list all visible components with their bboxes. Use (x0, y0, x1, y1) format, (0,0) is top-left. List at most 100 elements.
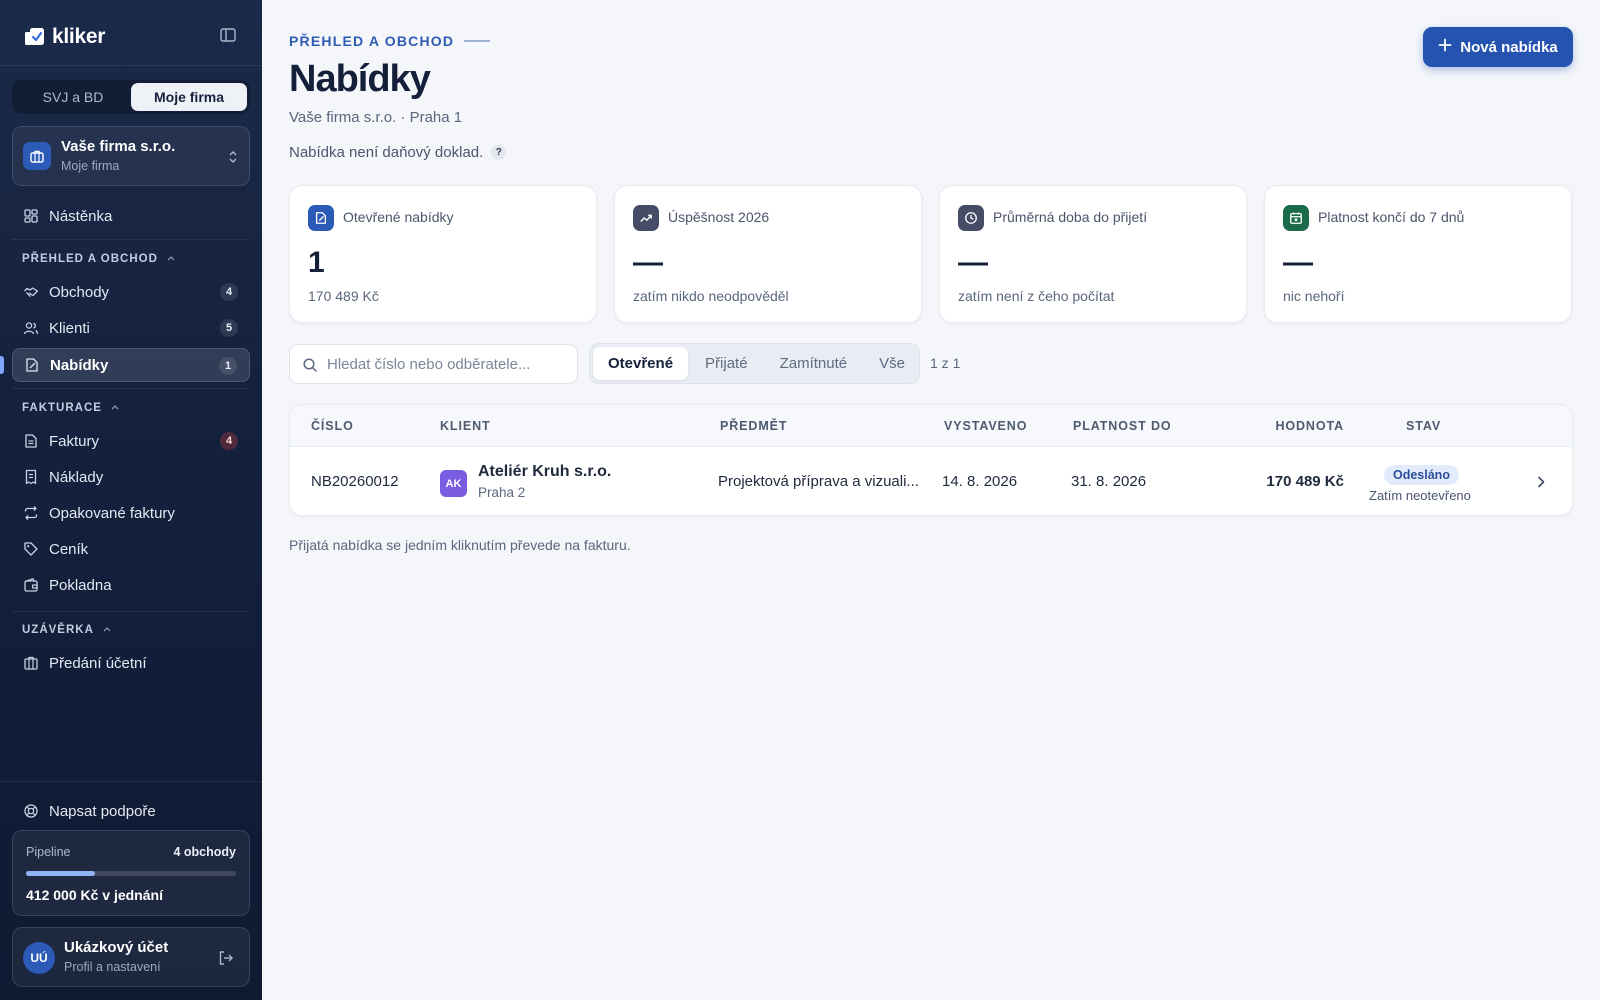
sidebar-item-label: Ceník (49, 540, 89, 558)
kpi-value: — (958, 246, 988, 279)
sidebar-item-label: Opakované faktury (49, 504, 175, 522)
kpi-open-offers: Otevřené nabídky 1 170 489 Kč (289, 185, 597, 323)
avatar: UÚ (23, 942, 55, 974)
tab-all[interactable]: Vše (864, 347, 920, 380)
client-name: Ateliér Kruh s.r.o. (478, 463, 612, 480)
valid-until-date: 31. 8. 2026 (1071, 473, 1147, 490)
kpi-expiring-soon: Platnost končí do 7 dnů — nic nehoří (1264, 185, 1572, 323)
sidebar-item-recurring-invoices[interactable]: Opakované faktury (12, 496, 250, 530)
sidebar-item-expenses[interactable]: Náklady (12, 460, 250, 494)
brand-name: kliker (52, 25, 106, 48)
sidebar-divider (0, 65, 262, 66)
offer-value: 170 489 Kč (1266, 473, 1344, 490)
kpi-avg-acceptance-time: Průměrná doba do přijetí — zatím není z … (939, 185, 1247, 323)
tab-rejected[interactable]: Zamítnuté (765, 347, 863, 380)
building-icon (23, 655, 39, 671)
sidebar-item-label: Klienti (49, 319, 90, 337)
logout-icon[interactable] (217, 949, 235, 967)
kpi-sub: 170 489 Kč (308, 288, 379, 304)
chevron-up-down-icon (227, 148, 239, 166)
sidebar-item-label: Obchody (49, 283, 110, 301)
pipeline-card: Pipeline 4 obchody 412 000 Kč v jednání (12, 830, 250, 916)
workspace-switcher: SVJ a BD Moje firma (12, 80, 250, 114)
invoice-icon (23, 433, 39, 449)
section-invoicing-title[interactable]: FAKTURACE (22, 402, 120, 414)
section-closing-title[interactable]: UZÁVĚRKA (22, 624, 112, 636)
pipeline-progress-track (26, 871, 236, 876)
kpi-value: — (633, 246, 663, 279)
count-badge: 4 (220, 283, 238, 301)
count-badge: 5 (220, 319, 238, 337)
table-header: ČÍSLO KLIENT PŘEDMĚT VYSTAVENO PLATNOST … (290, 405, 1572, 447)
offers-table: ČÍSLO KLIENT PŘEDMĚT VYSTAVENO PLATNOST … (289, 404, 1573, 516)
client-city: Praha 2 (478, 485, 526, 500)
column-header[interactable]: HODNOTA (1275, 419, 1344, 433)
column-header[interactable]: PŘEDMĚT (720, 419, 787, 433)
sidebar-item-invoices[interactable]: Faktury 4 (12, 424, 250, 458)
column-header[interactable]: ČÍSLO (311, 419, 354, 433)
status-note: Zatím neotevřeno (1369, 488, 1471, 503)
new-offer-button[interactable]: Nová nabídka (1423, 27, 1573, 67)
lifebuoy-icon (23, 803, 39, 819)
sidebar-toggle-icon[interactable] (219, 26, 237, 44)
sidebar-item-label: Faktury (49, 432, 100, 450)
sidebar-item-label: Předání účetní (49, 654, 147, 672)
breadcrumb: PŘEHLED A OBCHOD (289, 33, 491, 49)
sidebar-item-label: Nástěnka (49, 207, 113, 225)
chevron-up-icon (102, 624, 112, 636)
sidebar-item-accountant-handover[interactable]: Předání účetní (12, 646, 250, 680)
sidebar-item-clients[interactable]: Klienti 5 (12, 311, 250, 345)
breadcrumb-label: PŘEHLED A OBCHOD (289, 33, 455, 49)
column-header[interactable]: STAV (1406, 419, 1441, 433)
sidebar-item-cashbox[interactable]: Pokladna (12, 568, 250, 602)
column-header[interactable]: VYSTAVENO (944, 419, 1027, 433)
sidebar-item-label: Pokladna (49, 576, 112, 594)
section-label: UZÁVĚRKA (22, 624, 94, 636)
briefcase-icon (23, 142, 51, 170)
client-avatar: AK (440, 470, 467, 497)
pipeline-label: Pipeline (26, 845, 71, 859)
switch-my-company[interactable]: Moje firma (131, 83, 247, 111)
sidebar-item-label: Náklady (49, 468, 104, 486)
status-filter-tabs: Otevřené Přijaté Zamítnuté Vše (589, 343, 920, 384)
section-label: PŘEHLED A OBCHOD (22, 253, 158, 265)
tag-icon (23, 541, 39, 557)
account-subtitle: Profil a nastavení (64, 960, 161, 974)
section-overview-title[interactable]: PŘEHLED A OBCHOD (22, 253, 176, 265)
dashboard-icon (23, 208, 39, 224)
offer-icon (308, 205, 334, 231)
kpi-label: Průměrná doba do přijetí (993, 209, 1148, 225)
tab-accepted[interactable]: Přijaté (690, 347, 763, 380)
table-row[interactable]: NB20260012 AK Ateliér Kruh s.r.o. Praha … (290, 448, 1572, 515)
section-divider (12, 388, 250, 389)
column-header[interactable]: PLATNOST DO (1073, 419, 1172, 433)
sidebar-item-deals[interactable]: Obchody 4 (12, 275, 250, 309)
help-icon[interactable]: ? (491, 145, 507, 160)
tax-note-text: Nabídka není daňový doklad. (289, 144, 484, 161)
column-header[interactable]: KLIENT (440, 419, 491, 433)
section-label: FAKTURACE (22, 402, 102, 414)
chevron-right-icon[interactable] (1534, 474, 1548, 490)
kpi-value: 1 (308, 246, 325, 279)
sidebar-item-offers[interactable]: Nabídky 1 (12, 348, 250, 382)
conversion-hint: Přijatá nabídka se jedním kliknutím přev… (289, 537, 631, 553)
account-card[interactable]: UÚ Ukázkový účet Profil a nastavení (12, 927, 250, 987)
sidebar-item-dashboard[interactable]: Nástěnka (12, 199, 250, 233)
search-input[interactable] (327, 345, 567, 383)
kpi-sub: zatím není z čeho počítat (958, 288, 1115, 304)
count-badge: 4 (220, 432, 238, 450)
brand[interactable]: kliker (24, 24, 105, 50)
breadcrumb-line (464, 40, 491, 42)
kpi-sub: zatím nikdo neodpověděl (633, 288, 789, 304)
section-divider (12, 611, 250, 612)
kpi-label: Úspěšnost 2026 (668, 209, 770, 225)
switch-svj-bd[interactable]: SVJ a BD (15, 83, 131, 111)
tab-open[interactable]: Otevřené (593, 347, 689, 380)
page-title: Nabídky (289, 58, 431, 100)
search-box (289, 344, 578, 384)
company-selector[interactable]: Vaše firma s.r.o. Moje firma (12, 126, 250, 186)
trend-icon (633, 205, 659, 231)
sidebar-item-pricelist[interactable]: Ceník (12, 532, 250, 566)
chevron-up-icon (110, 402, 120, 414)
support-link[interactable]: Napsat podpoře (12, 794, 250, 828)
